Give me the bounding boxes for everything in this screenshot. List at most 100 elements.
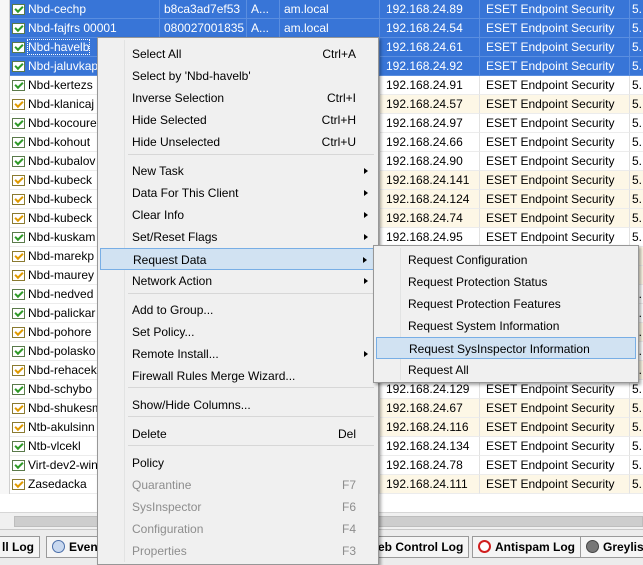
- ip-address-cell-text: 192.168.24.74: [386, 211, 463, 225]
- product-name-cell: ESET Endpoint Security: [480, 152, 630, 171]
- product-version-cell: 5.: [630, 76, 643, 95]
- client-name-cell: Nbd-fajfrs 00001: [10, 19, 160, 38]
- menu-separator: [128, 416, 374, 417]
- ip-address-cell-text: 192.168.24.116: [386, 420, 469, 434]
- menu-item-network-action[interactable]: Network Action: [100, 270, 376, 292]
- menu-item-delete[interactable]: Delete Del: [100, 423, 376, 445]
- row-gutter: [0, 114, 10, 133]
- client-status-icon: [12, 289, 25, 300]
- menu-item-shortcut: Ctrl+I: [326, 91, 356, 105]
- menu-item-data-for-this-client[interactable]: Data For This Client: [100, 182, 376, 204]
- product-name-cell-text: ESET Endpoint Security: [486, 439, 615, 453]
- menu-separator: [128, 154, 374, 155]
- menu-item-shortcut: F6: [341, 500, 356, 514]
- menu-item-label: Properties: [132, 544, 187, 558]
- product-version-cell-text: 5.: [632, 97, 643, 111]
- menu-item-label: Request System Information: [408, 319, 560, 333]
- menu-item-clear-info[interactable]: Clear Info: [100, 204, 376, 226]
- row-gutter: [0, 361, 10, 380]
- menu-item-sysinspector[interactable]: SysInspector F6: [100, 496, 376, 518]
- product-version-cell-text: 5.: [632, 458, 643, 472]
- menu-item-add-to-group[interactable]: Add to Group...: [100, 299, 376, 321]
- menu-item-set-policy[interactable]: Set Policy...: [100, 321, 376, 343]
- product-version-cell: 5.: [630, 418, 643, 437]
- menu-item-firewall-rules-merge-wizard[interactable]: Firewall Rules Merge Wizard...: [100, 365, 376, 387]
- submenu-item-request-protection-features[interactable]: Request Protection Features: [376, 293, 636, 315]
- product-name-cell: ESET Endpoint Security: [480, 171, 630, 190]
- row-gutter: [0, 342, 10, 361]
- product-name-cell-text: ESET Endpoint Security: [486, 211, 615, 225]
- menu-item-inverse-selection[interactable]: Inverse Selection Ctrl+I: [100, 87, 376, 109]
- submenu-item-request-system-information[interactable]: Request System Information: [376, 315, 636, 337]
- menu-item-show-hide-columns[interactable]: Show/Hide Columns...: [100, 394, 376, 416]
- client-status-icon: [12, 270, 25, 281]
- product-name-cell: ESET Endpoint Security: [480, 38, 630, 57]
- request-data-submenu: Request Configuration Request Protection …: [373, 245, 639, 383]
- submenu-arrow-icon: [364, 351, 368, 357]
- client-status-icon: [12, 479, 25, 490]
- table-row[interactable]: Nbd-cechp b8ca3ad7ef53 A... am.local 192.168…: [0, 0, 643, 19]
- row-gutter: [0, 247, 10, 266]
- client-status-icon: [12, 118, 25, 129]
- product-version-cell-text: 5.: [632, 211, 643, 225]
- submenu-item-request-protection-status[interactable]: Request Protection Status: [376, 271, 636, 293]
- product-version-cell-text: 5.: [632, 420, 643, 434]
- product-version-cell-text: 5.: [632, 116, 643, 130]
- menu-item-label: Configuration: [132, 522, 204, 536]
- tab-antispam-log[interactable]: Antispam Log: [472, 536, 581, 558]
- product-name-cell: ESET Endpoint Security: [480, 0, 630, 19]
- submenu-arrow-icon: [364, 278, 368, 284]
- submenu-item-request-configuration[interactable]: Request Configuration: [376, 249, 636, 271]
- menu-item-label: Firewall Rules Merge Wizard...: [132, 369, 296, 383]
- product-version-cell: 5.: [630, 57, 643, 76]
- table-row[interactable]: Nbd-fajfrs 00001 080027001835 A... am.local…: [0, 19, 643, 38]
- product-version-cell-text: 5.: [632, 40, 643, 54]
- ip-address-cell-text: 192.168.24.91: [386, 78, 463, 92]
- menu-item-select-all[interactable]: Select All Ctrl+A: [100, 43, 376, 65]
- ip-address-cell-text: 192.168.24.124: [386, 192, 470, 206]
- menu-item-configuration[interactable]: Configuration F4: [100, 518, 376, 540]
- menu-item-request-data[interactable]: Request Data: [100, 248, 376, 270]
- client-status-icon: [12, 346, 25, 357]
- menu-separator: [128, 445, 374, 446]
- mac-address-cell-text: b8ca3ad7ef53: [164, 2, 241, 16]
- row-gutter: [0, 456, 10, 475]
- menu-item-policy[interactable]: Policy: [100, 452, 376, 474]
- domain-cell: am.local: [280, 0, 380, 19]
- tab-greylist-log[interactable]: Greylist: [580, 536, 643, 558]
- client-name-cell-text: Ntb-vlcekl: [28, 439, 81, 453]
- menu-item-quarantine[interactable]: Quarantine F7: [100, 474, 376, 496]
- product-version-cell-text: 5.: [632, 192, 643, 206]
- client-status-icon: [12, 308, 25, 319]
- product-name-cell: ESET Endpoint Security: [480, 133, 630, 152]
- client-name-cell-text: Nbd-polasko: [28, 344, 96, 358]
- greylist-icon: [586, 540, 599, 553]
- product-name-cell-text: ESET Endpoint Security: [486, 21, 615, 35]
- tab-web-control-log[interactable]: eb Control Log: [372, 536, 470, 558]
- client-name-cell-text: Nbd-kertezs: [28, 78, 93, 92]
- submenu-item-request-all[interactable]: Request All: [376, 359, 636, 381]
- ip-address-cell-text: 192.168.24.141: [386, 173, 470, 187]
- product-version-cell-text: 5.: [632, 135, 643, 149]
- product-name-cell-text: ESET Endpoint Security: [486, 97, 615, 111]
- menu-item-label: Request Configuration: [408, 253, 528, 267]
- product-version-cell: 5.: [630, 399, 643, 418]
- submenu-item-request-sysinspector-information[interactable]: Request SysInspector Information: [376, 337, 636, 359]
- menu-item-new-task[interactable]: New Task: [100, 160, 376, 182]
- menu-item-hide-unselected[interactable]: Hide Unselected Ctrl+U: [100, 131, 376, 153]
- menu-item-properties[interactable]: Properties F3: [100, 540, 376, 562]
- tab-label: eb Control Log: [378, 540, 464, 554]
- menu-item-select-by-nbd-havelb[interactable]: Select by 'Nbd-havelb': [100, 65, 376, 87]
- menu-item-remote-install[interactable]: Remote Install...: [100, 343, 376, 365]
- row-gutter: [0, 0, 10, 19]
- product-name-cell-text: ESET Endpoint Security: [486, 116, 615, 130]
- client-status-icon: [12, 422, 25, 433]
- product-version-cell: 5.: [630, 456, 643, 475]
- tab-all-log[interactable]: ll Log: [0, 536, 40, 558]
- client-status-icon: [12, 42, 25, 53]
- domain-cell-text: am.local: [284, 21, 329, 35]
- product-name-cell-text: ESET Endpoint Security: [486, 154, 615, 168]
- menu-item-hide-selected[interactable]: Hide Selected Ctrl+H: [100, 109, 376, 131]
- menu-item-set-reset-flags[interactable]: Set/Reset Flags: [100, 226, 376, 248]
- domain-cell: am.local: [280, 19, 380, 38]
